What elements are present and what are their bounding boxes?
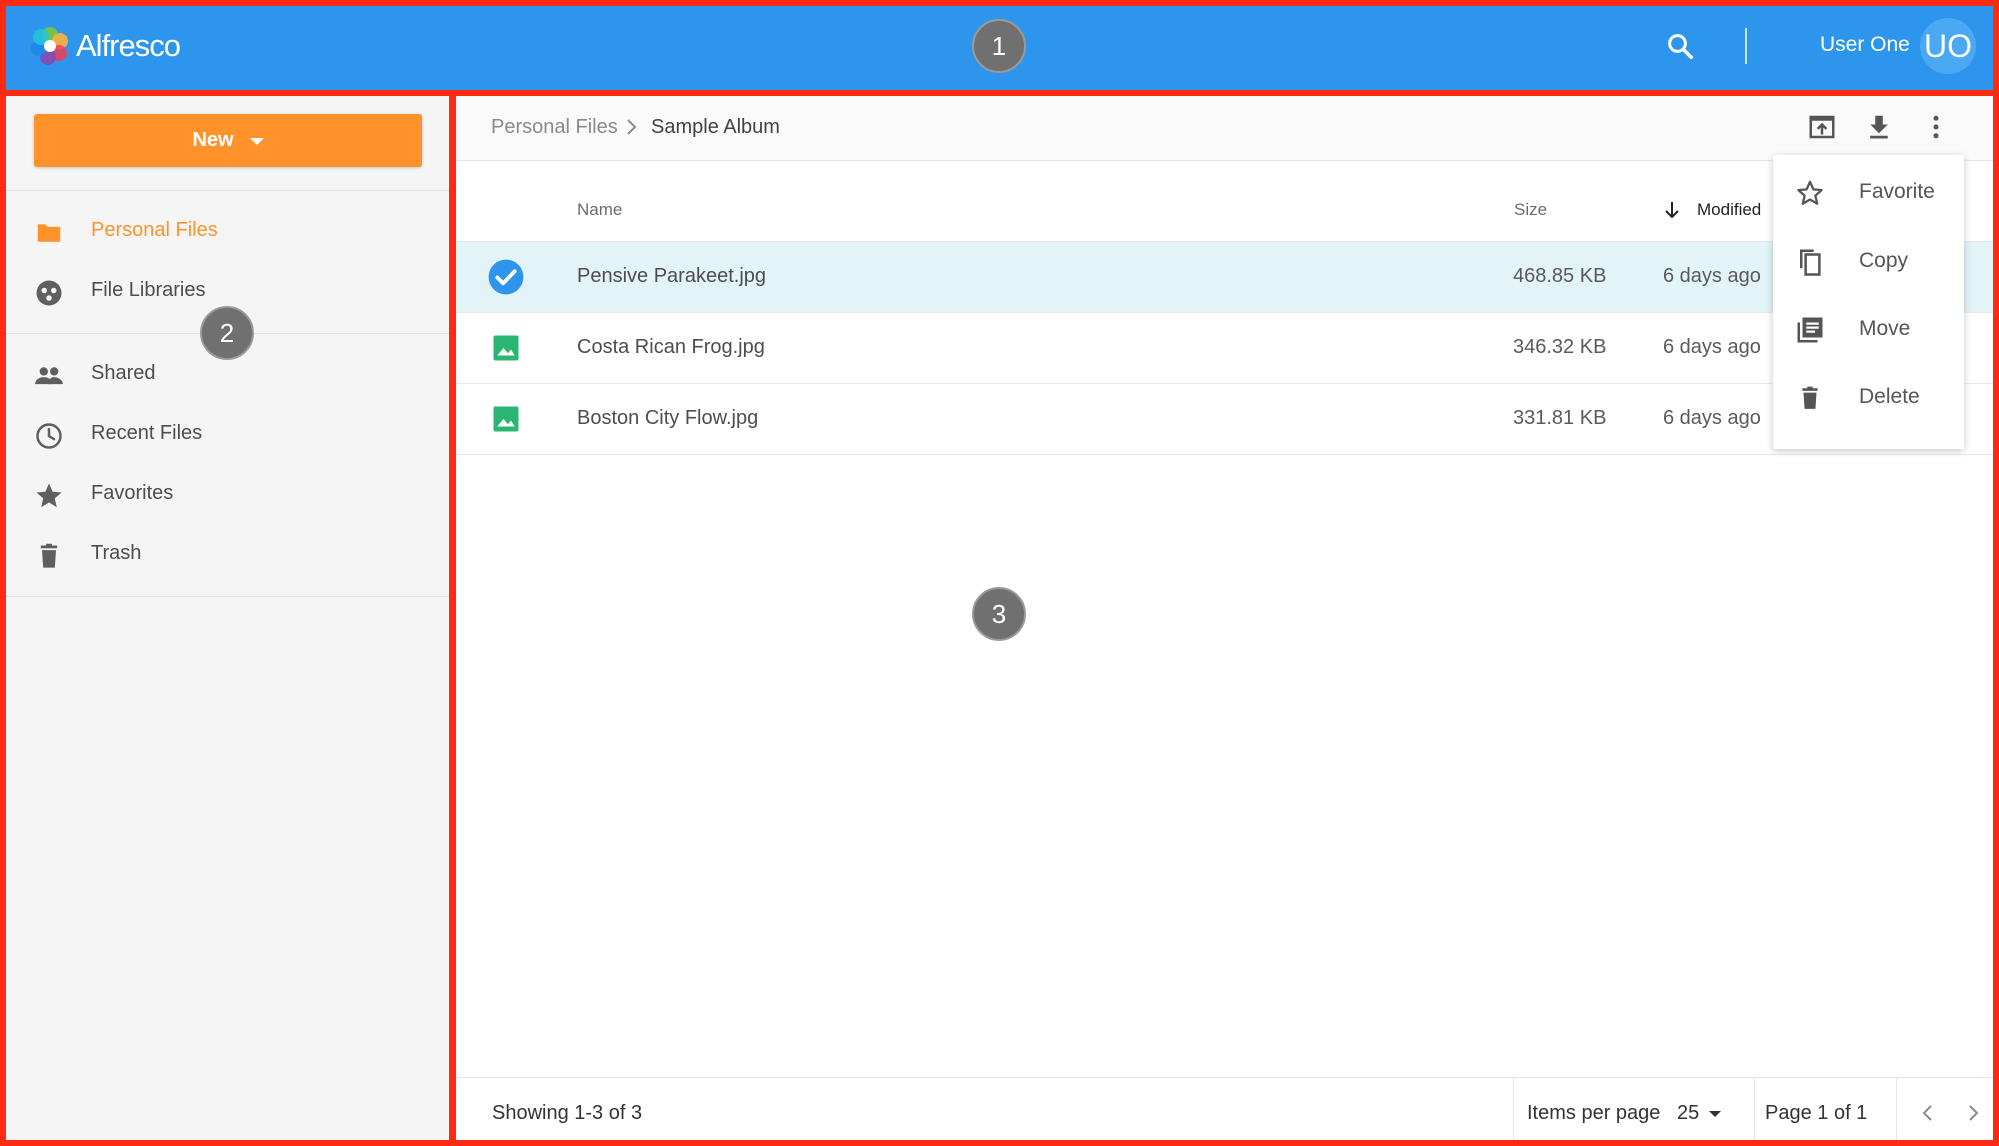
- pagination-range: Showing 1-3 of 3: [492, 1102, 643, 1124]
- alfresco-flower-icon: [31, 27, 68, 65]
- image-file-icon: [487, 400, 525, 438]
- avatar[interactable]: UO: [1920, 18, 1976, 74]
- table-row[interactable]: Pensive Parakeet.jpg 468.85 KB 6 days ag…: [455, 242, 1999, 312]
- search-icon: [1668, 34, 1693, 59]
- file-size: 468.85 KB: [1513, 265, 1607, 287]
- callout-badge: 1: [972, 19, 1026, 73]
- column-header-name[interactable]: Name: [577, 200, 622, 220]
- menu-item-favorite[interactable]: Favorite: [1773, 162, 1964, 222]
- open-in-browser-icon: [1809, 115, 1835, 139]
- pagination-divider: [1513, 1078, 1514, 1146]
- sidebar-item-recent-files[interactable]: Recent Files: [0, 409, 455, 457]
- clock-icon: [34, 421, 64, 451]
- logo-text: Alfresco: [76, 28, 181, 63]
- breadcrumb-parent[interactable]: Personal Files: [491, 114, 618, 140]
- callout-badge: 3: [972, 587, 1026, 641]
- table-row[interactable]: Boston City Flow.jpg 331.81 KB 6 days ag…: [455, 384, 1999, 454]
- sidebar-item-label: Recent Files: [91, 421, 203, 444]
- sidebar-divider: [0, 596, 455, 597]
- chevron-down-icon: [1709, 1110, 1722, 1117]
- callout-badge: 2: [200, 306, 254, 360]
- sidebar: New Personal Files File Libraries Shared…: [0, 93, 455, 1146]
- items-per-page-label: Items per page: [1527, 1102, 1661, 1124]
- sidebar-item-label: Favorites: [91, 481, 174, 504]
- file-name[interactable]: Pensive Parakeet.jpg: [577, 265, 766, 288]
- context-menu: Favorite Copy Move Delete: [1773, 155, 1964, 449]
- chevron-right-icon: [623, 117, 641, 142]
- pagination-bar: Showing 1-3 of 3 Items per page 25 Page …: [455, 1077, 1999, 1146]
- alfresco-logo[interactable]: Alfresco: [30, 24, 181, 68]
- chevron-right-icon: [1969, 1105, 1979, 1121]
- breadcrumb-current: Sample Album: [651, 116, 780, 138]
- file-modified: 6 days ago: [1663, 407, 1761, 429]
- sidebar-item-label: Shared: [91, 361, 156, 384]
- sidebar-item-label: Personal Files: [91, 218, 218, 241]
- previous-page-button[interactable]: [1910, 1095, 1946, 1131]
- page-indicator: Page 1 of 1: [1765, 1102, 1868, 1124]
- file-modified: 6 days ago: [1663, 265, 1761, 287]
- menu-item-delete[interactable]: Delete: [1773, 367, 1964, 427]
- libraries-icon: [34, 278, 64, 308]
- file-name[interactable]: Costa Rican Frog.jpg: [577, 336, 765, 359]
- column-header-modified[interactable]: Modified: [1697, 200, 1761, 220]
- file-name[interactable]: Boston City Flow.jpg: [577, 407, 758, 430]
- checkmark-circle-icon[interactable]: [487, 258, 525, 296]
- file-size: 331.81 KB: [1513, 407, 1607, 429]
- people-icon: [34, 361, 64, 391]
- row-divider: [455, 454, 1999, 455]
- new-button[interactable]: New: [34, 114, 422, 167]
- view-button[interactable]: [1802, 107, 1842, 147]
- sidebar-item-label: File Libraries: [91, 278, 206, 301]
- items-per-page-select[interactable]: 25: [1677, 1102, 1722, 1125]
- sidebar-item-personal-files[interactable]: Personal Files: [0, 206, 455, 254]
- download-button[interactable]: [1859, 107, 1899, 147]
- delete-icon: [1795, 383, 1825, 413]
- sidebar-item-label: Trash: [91, 541, 142, 564]
- file-modified: 6 days ago: [1663, 336, 1761, 358]
- sort-arrow-down-icon[interactable]: [1663, 199, 1681, 221]
- chevron-down-icon: [249, 138, 264, 145]
- menu-item-move[interactable]: Move: [1773, 299, 1964, 359]
- pagination-divider: [1754, 1078, 1755, 1146]
- file-size: 346.32 KB: [1513, 336, 1607, 358]
- menu-item-copy[interactable]: Copy: [1773, 231, 1964, 291]
- next-page-button[interactable]: [1955, 1095, 1991, 1131]
- menu-item-label: Move: [1859, 317, 1911, 340]
- more-vert-icon: [1933, 115, 1939, 139]
- table-row[interactable]: Costa Rican Frog.jpg 346.32 KB 6 days ag…: [455, 313, 1999, 383]
- trash-icon: [34, 541, 64, 571]
- search-button[interactable]: [1660, 26, 1700, 66]
- items-per-page-value: 25: [1677, 1102, 1700, 1124]
- more-actions-button[interactable]: [1916, 107, 1956, 147]
- chevron-left-icon: [1922, 1105, 1932, 1121]
- folder-icon: [34, 218, 64, 248]
- header-divider: [1745, 28, 1747, 64]
- star-icon: [34, 481, 64, 511]
- image-file-icon: [487, 329, 525, 367]
- menu-item-label: Delete: [1859, 385, 1920, 408]
- user-name[interactable]: User One: [1820, 30, 1910, 60]
- sidebar-item-trash[interactable]: Trash: [0, 529, 455, 577]
- pagination-divider: [1896, 1078, 1897, 1146]
- toolbar: Personal Files Sample Album: [455, 93, 1999, 161]
- new-button-label: New: [192, 129, 234, 151]
- star-outline-icon: [1795, 178, 1825, 208]
- move-icon: [1795, 315, 1825, 345]
- sidebar-item-favorites[interactable]: Favorites: [0, 469, 455, 517]
- menu-item-label: Copy: [1859, 249, 1909, 272]
- main-content: Personal Files Sample Album Name Size Mo…: [455, 93, 1999, 1146]
- menu-item-label: Favorite: [1859, 180, 1935, 203]
- sidebar-divider: [0, 190, 455, 191]
- copy-icon: [1795, 247, 1825, 277]
- download-icon: [1870, 115, 1888, 139]
- column-header-size[interactable]: Size: [1514, 200, 1547, 220]
